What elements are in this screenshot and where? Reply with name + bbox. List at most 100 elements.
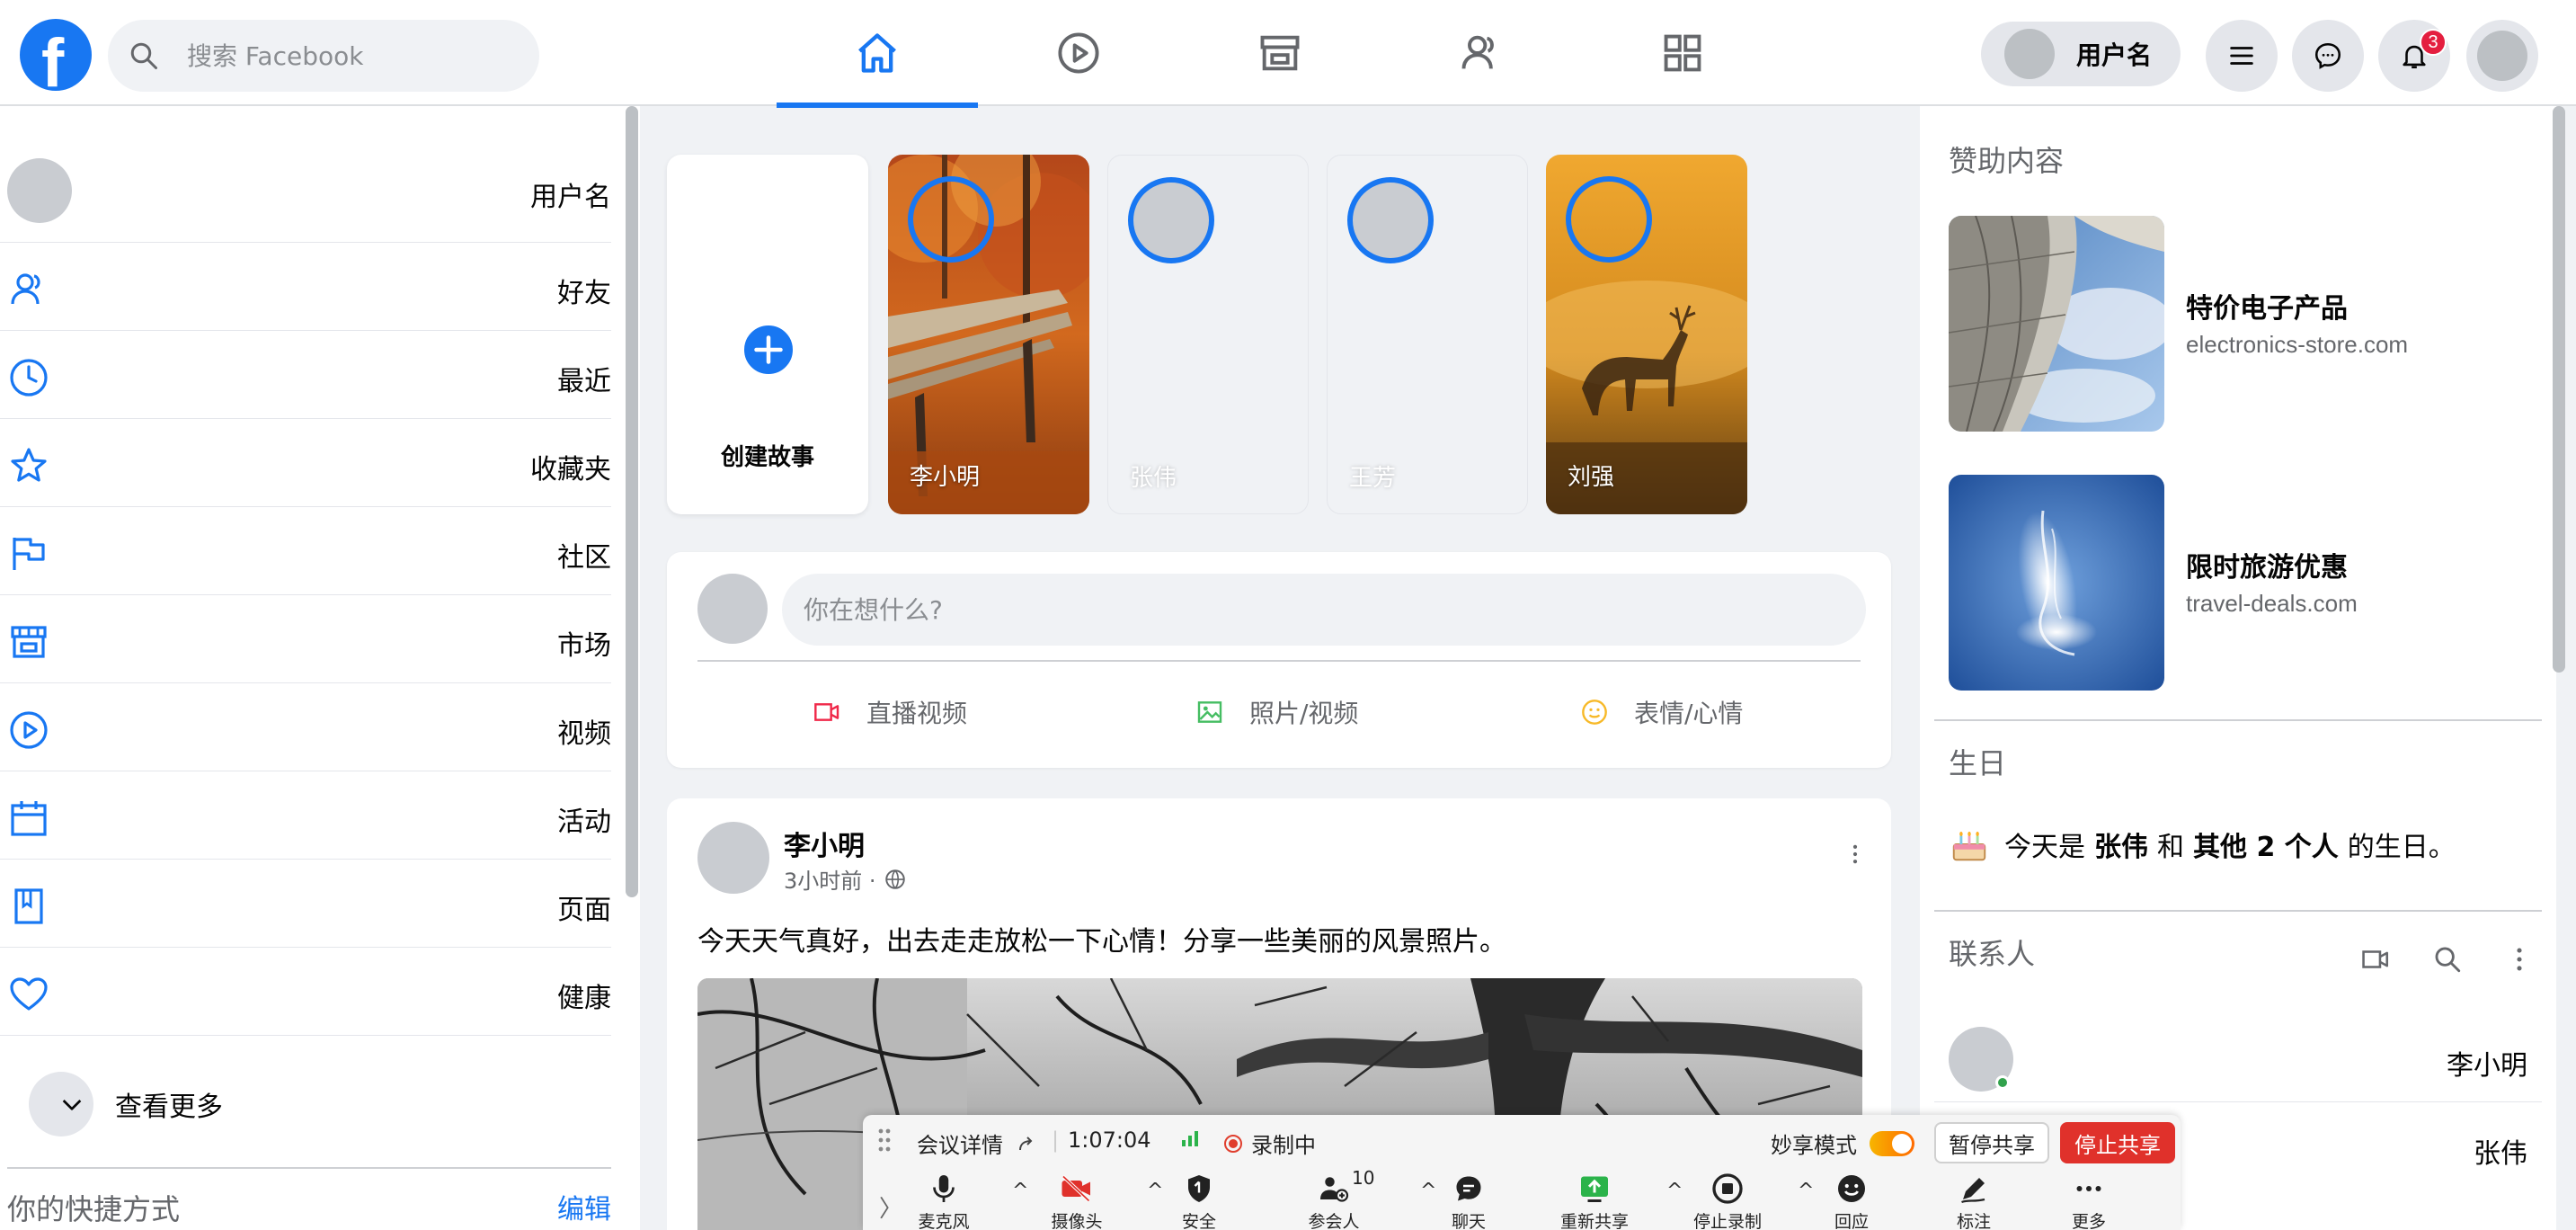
- ad-title: 限时旅游优惠: [2186, 552, 2348, 584]
- camera-label: 摄像头: [1051, 1212, 1103, 1230]
- search-box[interactable]: [108, 20, 539, 92]
- story-name: 张伟: [1130, 465, 1177, 492]
- toggle-switch[interactable]: [1870, 1130, 1914, 1156]
- contact-item[interactable]: 李小明: [1934, 1016, 2542, 1102]
- birthday-prefix: 今天是: [2004, 832, 2085, 863]
- story-avatar-ring: [1128, 177, 1214, 263]
- messenger-button[interactable]: [2292, 20, 2364, 92]
- sidebar-item-favorites[interactable]: 收藏夹: [0, 419, 611, 507]
- logo-letter: f: [41, 25, 65, 102]
- sidebar-item-recent[interactable]: 最近: [0, 331, 611, 419]
- sponsored-title: 赞助内容: [1949, 144, 2065, 178]
- edit-shortcuts-link[interactable]: 编辑: [557, 1187, 611, 1228]
- avatar[interactable]: [697, 822, 769, 894]
- account-avatar[interactable]: [2466, 20, 2538, 92]
- sidebar-item-pages[interactable]: 页面: [0, 860, 611, 948]
- stop-record-icon: [1711, 1172, 1744, 1205]
- sidebar-item-events[interactable]: 活动: [0, 771, 611, 860]
- stop-share-button[interactable]: 停止共享: [2060, 1122, 2175, 1163]
- ad-image-smoke: [1949, 475, 2164, 691]
- tab-video[interactable]: [978, 0, 1179, 106]
- birthday-person: 张伟: [2094, 832, 2148, 863]
- post-author[interactable]: 李小明: [784, 824, 865, 863]
- photo-icon: [1195, 698, 1224, 726]
- drag-handle[interactable]: [877, 1128, 892, 1153]
- contacts-search-icon[interactable]: [2432, 944, 2463, 975]
- birthday-title: 生日: [1949, 746, 2007, 780]
- avatar: [2004, 29, 2055, 79]
- facebook-logo[interactable]: f: [20, 19, 92, 102]
- share-link-icon: [1016, 1133, 1037, 1154]
- sidebar-item-profile[interactable]: 用户名: [0, 138, 611, 243]
- left-scrollbar[interactable]: [626, 106, 638, 897]
- pause-share-button[interactable]: 暂停共享: [1934, 1122, 2049, 1163]
- search-input[interactable]: [187, 40, 511, 71]
- profile-pill[interactable]: 用户名: [1981, 22, 2181, 86]
- chat-button[interactable]: 聊天: [1415, 1172, 1523, 1230]
- marketplace-icon: [1257, 30, 1303, 76]
- tab-apps[interactable]: [1582, 0, 1783, 106]
- tab-home[interactable]: [777, 0, 978, 108]
- stop-recording-button[interactable]: 停止录制: [1674, 1172, 1781, 1230]
- sidebar-item-marketplace[interactable]: 市场: [0, 595, 611, 683]
- reshare-button[interactable]: 重新共享: [1541, 1172, 1648, 1230]
- section-divider: [1934, 910, 2542, 912]
- menu-button[interactable]: [2206, 20, 2278, 92]
- photo-video-button[interactable]: 照片/视频: [1195, 685, 1358, 739]
- globe-icon: [884, 868, 907, 891]
- meeting-details-button[interactable]: 会议详情: [917, 1128, 1037, 1159]
- see-more-button[interactable]: 查看更多: [29, 1072, 223, 1136]
- notifications-button[interactable]: 3: [2378, 20, 2450, 92]
- composer-input[interactable]: [782, 574, 1866, 646]
- birthday-notice[interactable]: 今天是 张伟 和 其他 2 个人 的生日。: [1949, 824, 2456, 865]
- share-screen-icon: [1578, 1172, 1611, 1205]
- record-dot-icon: [1224, 1134, 1242, 1153]
- recording-indicator[interactable]: 录制中: [1224, 1128, 1316, 1159]
- sidebar-item-label: 页面: [557, 895, 611, 926]
- smart-share-toggle[interactable]: 妙享模式: [1771, 1128, 1914, 1159]
- profile-name: 用户名: [2076, 40, 2153, 70]
- security-label: 安全: [1181, 1212, 1216, 1230]
- annotate-button[interactable]: 标注: [1920, 1172, 2028, 1230]
- post-time[interactable]: 3小时前 ·: [784, 863, 876, 895]
- sidebar-item-community[interactable]: 社区: [0, 507, 611, 595]
- feeling-label: 表情/心情: [1634, 699, 1744, 728]
- ad-title: 特价电子产品: [2186, 293, 2348, 325]
- ad-image-sail: [1949, 216, 2164, 432]
- right-scrollbar[interactable]: [2553, 106, 2565, 673]
- post-more-button[interactable]: [1843, 842, 1868, 867]
- sidebar-item-video[interactable]: 视频: [0, 683, 611, 771]
- sidebar-item-label: 市场: [557, 630, 611, 662]
- security-button[interactable]: 安全: [1145, 1172, 1253, 1230]
- story-card[interactable]: 王芳: [1327, 155, 1528, 514]
- chevron-down-icon: [58, 1090, 86, 1119]
- more-horizontal-icon: [2071, 1172, 2107, 1205]
- tab-marketplace[interactable]: [1179, 0, 1381, 106]
- contact-name: 李小明: [2447, 1050, 2527, 1082]
- camera-button[interactable]: 摄像头: [1023, 1172, 1131, 1230]
- story-card[interactable]: 刘强: [1546, 155, 1747, 514]
- participants-icon: [1318, 1172, 1350, 1205]
- create-story-card[interactable]: 创建故事: [667, 155, 868, 514]
- contacts-title: 联系人: [1949, 937, 2036, 971]
- ad-url: travel-deals.com: [2186, 590, 2358, 617]
- microphone-button[interactable]: 麦克风: [890, 1172, 998, 1230]
- sidebar-item-health[interactable]: 健康: [0, 948, 611, 1036]
- ad-card[interactable]: 特价电子产品 electronics-store.com: [1949, 216, 2524, 432]
- more-vertical-icon[interactable]: [2504, 944, 2535, 975]
- live-video-button[interactable]: 直播视频: [813, 685, 967, 739]
- reactions-button[interactable]: 回应: [1798, 1172, 1905, 1230]
- microphone-label: 麦克风: [918, 1212, 970, 1230]
- sidebar-item-friends[interactable]: 好友: [0, 243, 611, 331]
- tab-groups[interactable]: [1381, 0, 1582, 106]
- camera-off-icon: [1059, 1172, 1095, 1205]
- feeling-button[interactable]: 表情/心情: [1580, 685, 1743, 739]
- meeting-details-label: 会议详情: [917, 1133, 1003, 1158]
- sidebar-item-label: 视频: [557, 718, 611, 750]
- video-call-icon[interactable]: [2360, 944, 2391, 975]
- participants-button[interactable]: 10 参会人: [1280, 1167, 1388, 1230]
- story-card[interactable]: 张伟: [1107, 155, 1309, 514]
- ad-card[interactable]: 限时旅游优惠 travel-deals.com: [1949, 475, 2524, 691]
- story-card[interactable]: 李小明: [888, 155, 1089, 514]
- more-button[interactable]: 更多: [2035, 1172, 2143, 1230]
